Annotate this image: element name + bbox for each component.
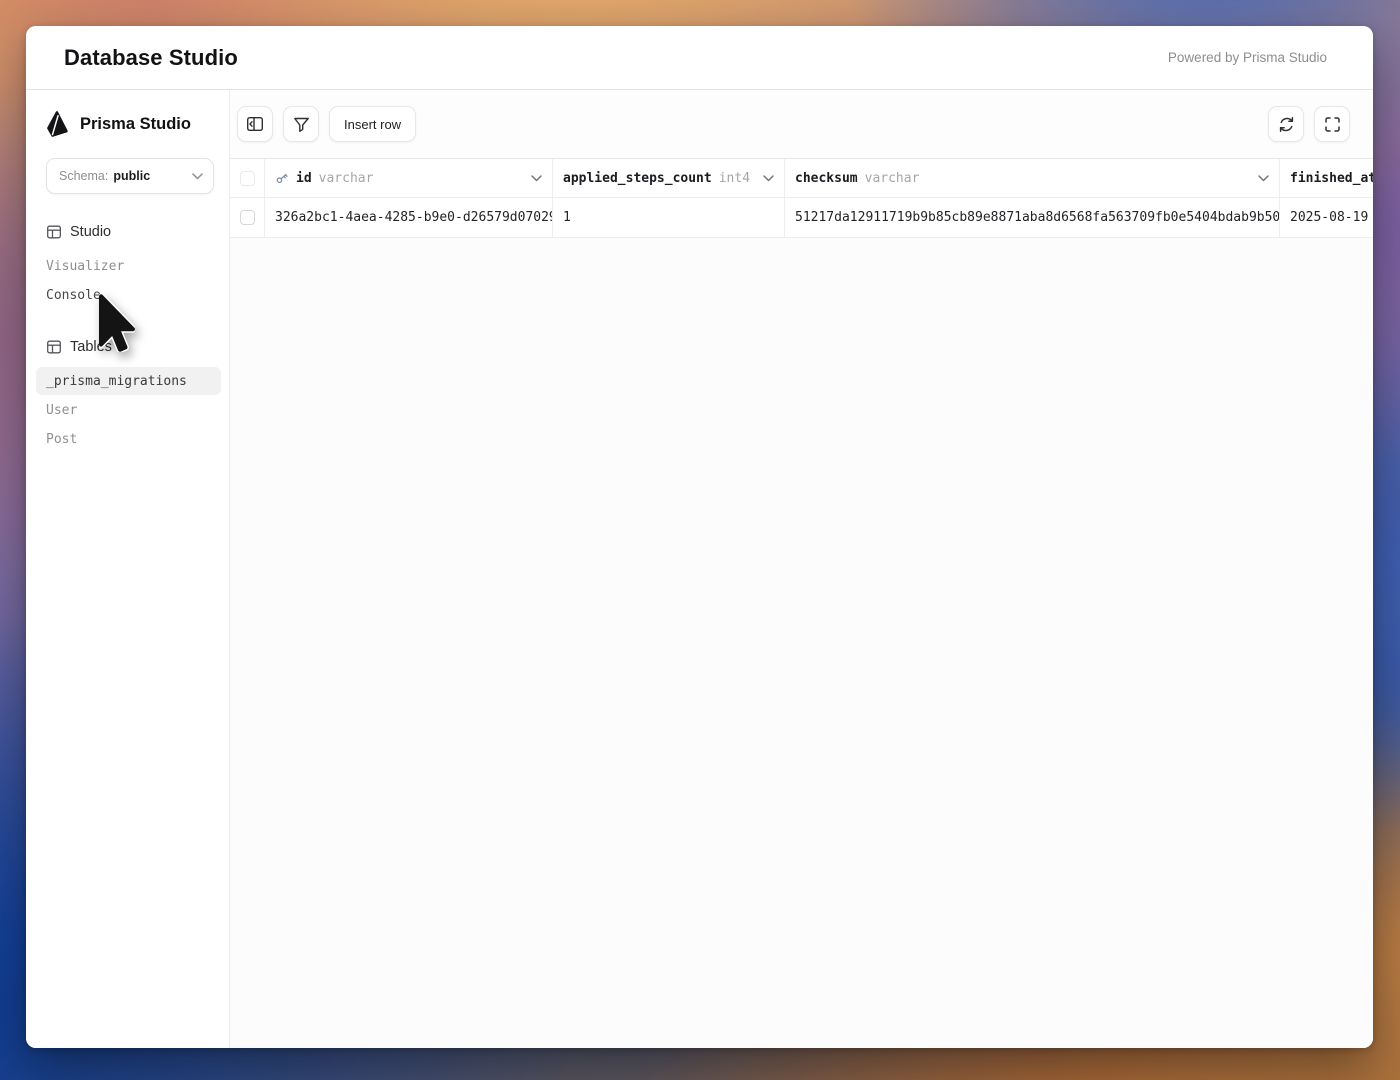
sidebar-section-studio: Studio VisualizerConsole — [36, 224, 221, 309]
schema-select[interactable]: Schema: public — [46, 158, 214, 194]
sidebar-item-prisma_migrations[interactable]: _prisma_migrations — [36, 367, 221, 395]
row-select-cell[interactable] — [230, 198, 265, 237]
table-grid-icon — [46, 339, 62, 355]
sidebar-item-visualizer[interactable]: Visualizer — [36, 252, 221, 280]
fullscreen-icon — [1324, 116, 1341, 133]
column-name: id — [296, 171, 312, 186]
schema-label: Schema: — [59, 169, 108, 183]
sidebar-item-console[interactable]: Console — [36, 281, 221, 309]
toolbar: Insert row — [230, 90, 1373, 158]
column-name: finished_at — [1290, 171, 1373, 186]
refresh-button[interactable] — [1268, 106, 1304, 142]
fullscreen-button[interactable] — [1314, 106, 1350, 142]
refresh-icon — [1278, 116, 1295, 133]
prisma-logo-icon — [46, 110, 70, 138]
cell-finished_at[interactable]: 2025-08-19 — [1280, 198, 1373, 237]
desktop-background: Database Studio Powered by Prisma Studio… — [0, 0, 1400, 1080]
column-type: varchar — [865, 171, 920, 186]
table-grid-icon — [46, 224, 62, 240]
data-grid: id varchar applied_steps_count int4 checksum… — [230, 158, 1373, 238]
cell-id[interactable]: 326a2bc1-4aea-4285-b9e0-d26579d07029 — [265, 198, 553, 237]
chevron-down-icon — [192, 173, 203, 180]
sidebar-section-tables: Tables _prisma_migrationsUserPost — [36, 339, 221, 453]
titlebar: Database Studio Powered by Prisma Studio — [26, 26, 1373, 90]
insert-row-button[interactable]: Insert row — [329, 106, 416, 142]
column-header-checksum[interactable]: checksum varchar — [785, 159, 1280, 197]
row-checkbox[interactable] — [240, 210, 255, 225]
data-grid-inner: id varchar applied_steps_count int4 checksum… — [230, 158, 1373, 238]
section-header-tables: Tables — [46, 339, 221, 355]
funnel-icon — [293, 116, 310, 133]
main-panel: Insert row idvarcharapplied_steps_counti… — [230, 90, 1373, 1048]
chevron-down-icon — [531, 175, 542, 182]
app-window: Database Studio Powered by Prisma Studio… — [26, 26, 1373, 1048]
column-name: applied_steps_count — [563, 171, 712, 186]
table-row: 326a2bc1-4aea-4285-b9e0-d26579d070291512… — [230, 198, 1373, 238]
panel-left-collapse-icon — [246, 115, 264, 133]
filter-button[interactable] — [283, 106, 319, 142]
schema-value: public — [113, 169, 150, 183]
page-title: Database Studio — [64, 45, 238, 71]
section-label: Studio — [70, 224, 111, 240]
table-header-row: id varchar applied_steps_count int4 checksum… — [230, 158, 1373, 198]
column-name: checksum — [795, 171, 858, 186]
section-header-studio: Studio — [46, 224, 221, 240]
column-header-finished_at[interactable]: finished_at — [1280, 159, 1373, 197]
grid-empty-area — [230, 238, 1373, 1048]
cell-applied_steps_count[interactable]: 1 — [553, 198, 785, 237]
column-type: int4 — [719, 171, 750, 186]
cell-checksum[interactable]: 51217da12911719b9b85cb89e8871aba8d6568fa… — [785, 198, 1280, 237]
select-all-checkbox[interactable] — [240, 171, 255, 186]
toggle-sidebar-button[interactable] — [237, 106, 273, 142]
chevron-down-icon — [1258, 175, 1269, 182]
section-label: Tables — [70, 339, 112, 355]
app-body: Prisma Studio Schema: public Studio Visua… — [26, 90, 1373, 1048]
brand: Prisma Studio — [46, 110, 221, 138]
sidebar-item-post[interactable]: Post — [36, 425, 221, 453]
sidebar-item-user[interactable]: User — [36, 396, 221, 424]
select-all-cell[interactable] — [230, 159, 265, 197]
column-type: varchar — [319, 171, 374, 186]
column-header-applied_steps_count[interactable]: applied_steps_count int4 — [553, 159, 785, 197]
sidebar: Prisma Studio Schema: public Studio Visua… — [26, 90, 230, 1048]
chevron-down-icon — [763, 175, 774, 182]
sidebar-sections: Studio VisualizerConsole Tables _prisma_mig… — [36, 224, 221, 453]
powered-by-label: Powered by Prisma Studio — [1168, 50, 1327, 65]
brand-label: Prisma Studio — [80, 115, 191, 134]
primary-key-icon — [275, 171, 289, 185]
column-header-id[interactable]: id varchar — [265, 159, 553, 197]
